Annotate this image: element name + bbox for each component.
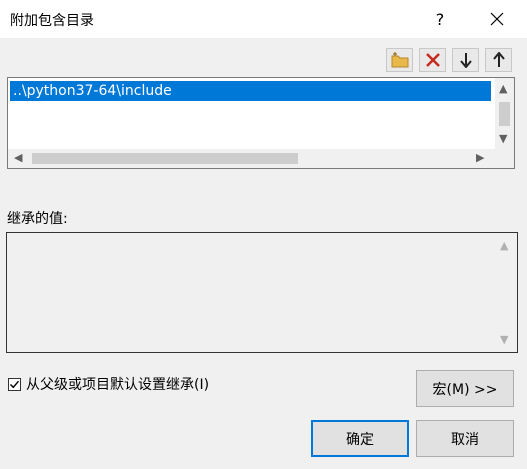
inherited-vertical-scrollbar[interactable]: ▲ ▼: [497, 236, 514, 349]
new-folder-icon: [391, 52, 408, 68]
arrow-down-icon: [459, 53, 472, 68]
help-icon: ?: [435, 9, 445, 29]
title-bar: 附加包含目录 ?: [0, 0, 527, 38]
scrollbar-corner: [495, 149, 514, 168]
help-button[interactable]: ?: [417, 0, 463, 38]
vertical-scroll-thumb[interactable]: [499, 102, 510, 126]
delete-button[interactable]: [419, 48, 446, 72]
scroll-left-arrow-icon[interactable]: ◀: [14, 152, 22, 163]
move-down-button[interactable]: [452, 48, 479, 72]
inherit-checkbox-label[interactable]: 从父级或项目默认设置继承(I): [26, 374, 209, 394]
new-line-button[interactable]: [386, 48, 413, 72]
scroll-up-arrow-icon[interactable]: ▲: [499, 83, 507, 94]
vertical-scrollbar[interactable]: ▲ ▼: [495, 78, 514, 150]
delete-x-icon: [425, 53, 440, 67]
cancel-button[interactable]: 取消: [416, 420, 514, 457]
dialog: 附加包含目录 ? ..\python37-64\include ▲ ▼ ◀ ▶ …: [0, 0, 527, 469]
window-title: 附加包含目录: [10, 13, 94, 29]
close-icon: [490, 12, 504, 26]
close-button[interactable]: [474, 0, 520, 38]
inherit-checkbox-row[interactable]: 从父级或项目默认设置继承(I): [8, 374, 209, 394]
arrow-up-icon: [492, 52, 505, 67]
directory-list[interactable]: ..\python37-64\include ▲ ▼ ◀ ▶: [7, 77, 515, 169]
horizontal-scroll-thumb[interactable]: [32, 153, 298, 164]
horizontal-scrollbar[interactable]: ◀ ▶: [8, 149, 497, 168]
inherited-values-box: ▲ ▼: [6, 232, 518, 353]
checkmark-icon: [10, 380, 20, 388]
macros-button[interactable]: 宏(M) >>: [416, 370, 514, 407]
inherit-checkbox[interactable]: [8, 377, 21, 391]
scroll-down-arrow-icon[interactable]: ▼: [499, 133, 507, 144]
list-item[interactable]: ..\python37-64\include: [10, 81, 491, 101]
inherited-scroll-up-icon[interactable]: ▲: [500, 240, 508, 251]
move-up-button[interactable]: [485, 48, 512, 72]
inherited-values-label: 继承的值:: [7, 211, 68, 227]
ok-button[interactable]: 确定: [311, 420, 409, 457]
scroll-right-arrow-icon[interactable]: ▶: [476, 152, 484, 163]
inherited-scroll-down-icon[interactable]: ▼: [500, 334, 508, 345]
